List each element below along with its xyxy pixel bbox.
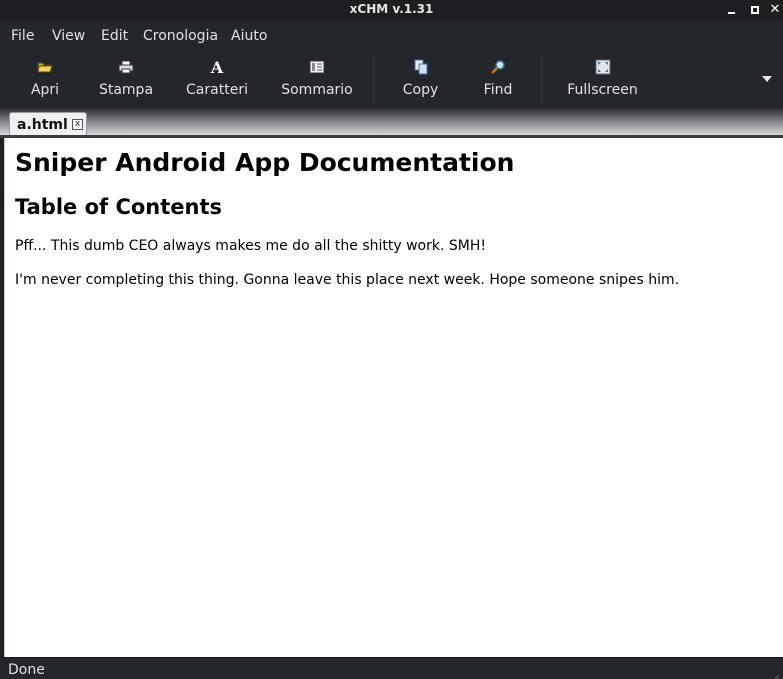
tab-a-html[interactable]: a.html x <box>9 112 87 136</box>
paragraph: Pff... This dumb CEO always makes me do … <box>15 238 486 254</box>
fullscreen-label: Fullscreen <box>567 82 638 98</box>
fonts-label: Caratteri <box>186 82 248 98</box>
html-view[interactable]: Sniper Android App Documentation Table o… <box>4 138 783 657</box>
title-bar: xCHM v.1.31 ✕ <box>0 0 783 20</box>
close-icon: ✕ <box>769 2 781 17</box>
fonts-button[interactable]: A Caratteri <box>183 52 251 108</box>
menu-cronologia[interactable]: Cronologia <box>143 28 218 44</box>
menu-aiuto[interactable]: Aiuto <box>231 28 267 44</box>
window-title: xCHM v.1.31 <box>349 2 434 16</box>
status-bar: Done <box>0 657 783 679</box>
paragraph: I'm never completing this thing. Gonna l… <box>15 272 680 288</box>
open-folder-icon <box>36 58 54 76</box>
menu-view[interactable]: View <box>52 28 85 44</box>
contents-icon <box>308 58 326 76</box>
resize-grip-icon[interactable] <box>770 668 780 679</box>
fullscreen-icon <box>594 58 612 76</box>
copy-icon <box>412 58 430 76</box>
toolbar: Apri Stampa A Caratteri Sommario Copy Fi… <box>0 52 783 108</box>
toolbar-separator <box>373 56 374 102</box>
find-icon <box>489 58 507 76</box>
copy-label: Copy <box>402 82 439 98</box>
print-label: Stampa <box>98 82 154 98</box>
font-icon: A <box>210 57 224 77</box>
contents-label: Sommario <box>281 82 353 98</box>
minimize-icon <box>728 12 735 14</box>
minimize-button[interactable] <box>725 3 739 17</box>
close-window-button[interactable]: ✕ <box>768 3 782 17</box>
status-text: Done <box>8 662 45 678</box>
contents-button[interactable]: Sommario <box>278 52 356 108</box>
menu-file[interactable]: File <box>11 28 34 44</box>
maximize-button[interactable] <box>748 3 762 17</box>
tab-strip: a.html x <box>0 108 783 136</box>
toolbar-separator <box>541 56 542 102</box>
copy-button[interactable]: Copy <box>398 52 443 108</box>
document-heading: Sniper Android App Documentation <box>15 148 515 177</box>
find-button[interactable]: Find <box>477 52 519 108</box>
fullscreen-button[interactable]: Fullscreen <box>565 52 640 108</box>
print-button[interactable]: Stampa <box>96 52 156 108</box>
menu-bar: File View Edit Cronologia Aiuto <box>0 20 783 52</box>
find-label: Find <box>483 82 513 98</box>
toc-heading: Table of Contents <box>15 195 223 219</box>
open-label: Apri <box>30 82 60 98</box>
open-button[interactable]: Apri <box>20 52 70 108</box>
toolbar-overflow-icon[interactable] <box>762 76 772 82</box>
printer-icon <box>117 58 135 76</box>
tab-label: a.html <box>17 117 68 133</box>
menu-edit[interactable]: Edit <box>101 28 128 44</box>
maximize-icon <box>751 6 759 14</box>
close-tab-icon[interactable]: x <box>72 119 83 130</box>
